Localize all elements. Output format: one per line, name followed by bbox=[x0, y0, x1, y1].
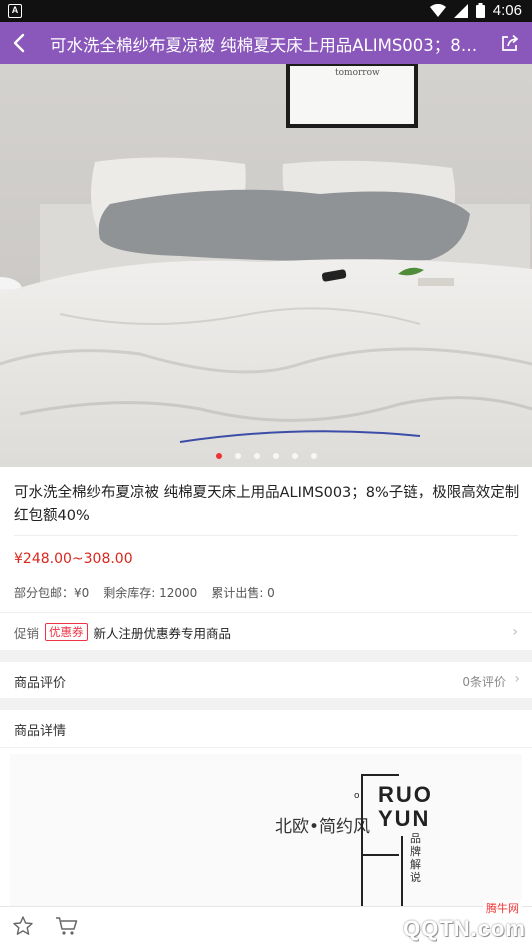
divider bbox=[14, 535, 518, 536]
star-icon[interactable] bbox=[12, 915, 34, 937]
brand-banner: 北欧•简约风 o RUO YUN 品牌解说 bbox=[10, 754, 522, 914]
brand-line-1: RUO bbox=[378, 782, 433, 807]
battery-icon bbox=[475, 3, 485, 18]
carousel-dot bbox=[272, 453, 279, 459]
wifi-icon bbox=[429, 3, 446, 17]
chevron-right-icon: › bbox=[512, 624, 518, 640]
product-photo: tomorrow bbox=[0, 64, 532, 467]
site-watermark: 腾牛网 QQTN.com bbox=[332, 900, 532, 946]
page-title: 可水洗全棉纱布夏凉被 纯棉夏天床上用品ALIMS003；8%子链，极限高效定制红… bbox=[50, 36, 488, 55]
promotion-label: 促销 bbox=[14, 625, 40, 641]
brand-vertical-text: 品牌解说 bbox=[410, 832, 421, 884]
details-label: 商品详情 bbox=[14, 724, 67, 739]
carousel-dot bbox=[310, 453, 317, 459]
carousel-dot bbox=[291, 453, 298, 459]
signal-icon bbox=[453, 3, 468, 18]
status-icons: 4:06 bbox=[429, 2, 522, 19]
app-screen: A 4:06 可水洗全棉纱布夏凉被 纯棉夏天床上用品ALIMS003；8%子链，… bbox=[0, 0, 532, 946]
banner-tagline: 北欧•简约风 bbox=[275, 817, 371, 837]
watermark-line-2: QQTN.com bbox=[403, 916, 526, 941]
shipping-info: 部分包邮：¥0 bbox=[14, 586, 90, 600]
bottom-action-bar: 腾牛网 QQTN.com bbox=[0, 900, 532, 946]
product-image-carousel[interactable]: tomorrow bbox=[0, 64, 532, 467]
sold-info: 累计出售: 0 bbox=[211, 586, 275, 600]
product-name: 可水洗全棉纱布夏凉被 纯棉夏天床上用品ALIMS003；8%子链，极限高效定制红… bbox=[14, 485, 520, 524]
logo-small-o: o bbox=[354, 791, 360, 801]
promotion-row[interactable]: 促销 优惠券 新人注册优惠券专用商品 › bbox=[14, 622, 518, 642]
promotion-text: 新人注册优惠券专用商品 bbox=[93, 625, 232, 641]
status-time: 4:06 bbox=[492, 2, 522, 19]
chevron-right-icon: › bbox=[514, 671, 520, 687]
product-price: ¥248.00~308.00 bbox=[14, 551, 133, 567]
share-icon[interactable] bbox=[500, 33, 520, 53]
title-bar: 可水洗全棉纱布夏凉被 纯棉夏天床上用品ALIMS003；8%子链，极限高效定制红… bbox=[0, 22, 532, 64]
cart-icon[interactable] bbox=[55, 915, 79, 937]
back-chevron-icon[interactable] bbox=[8, 30, 34, 56]
coupon-badge: 优惠券 bbox=[45, 623, 88, 641]
reviews-label: 商品评价 bbox=[14, 676, 67, 691]
divider bbox=[0, 612, 532, 613]
product-meta: 部分包邮：¥0 剩余库存: 12000 累计出售: 0 bbox=[14, 584, 275, 601]
logo-frame-bottom bbox=[361, 836, 403, 908]
carousel-indicator bbox=[0, 453, 532, 459]
reviews-count: 0条评价 bbox=[462, 675, 506, 689]
divider bbox=[0, 747, 532, 748]
carousel-dot bbox=[234, 453, 241, 459]
carousel-dot bbox=[215, 453, 222, 459]
product-info-card: 可水洗全棉纱布夏凉被 纯棉夏天床上用品ALIMS003；8%子链，极限高效定制红… bbox=[0, 467, 532, 650]
brand-line-2: YUN bbox=[378, 806, 431, 831]
notification-icon: A bbox=[8, 4, 22, 18]
carousel-dot bbox=[253, 453, 260, 459]
watermark-line-1: 腾牛网 bbox=[483, 900, 522, 916]
stock-info: 剩余库存: 12000 bbox=[103, 586, 198, 600]
reviews-row[interactable]: 商品评价 0条评价 › bbox=[0, 662, 532, 698]
frame-text: tomorrow bbox=[335, 68, 380, 78]
status-bar: A 4:06 bbox=[0, 0, 532, 22]
